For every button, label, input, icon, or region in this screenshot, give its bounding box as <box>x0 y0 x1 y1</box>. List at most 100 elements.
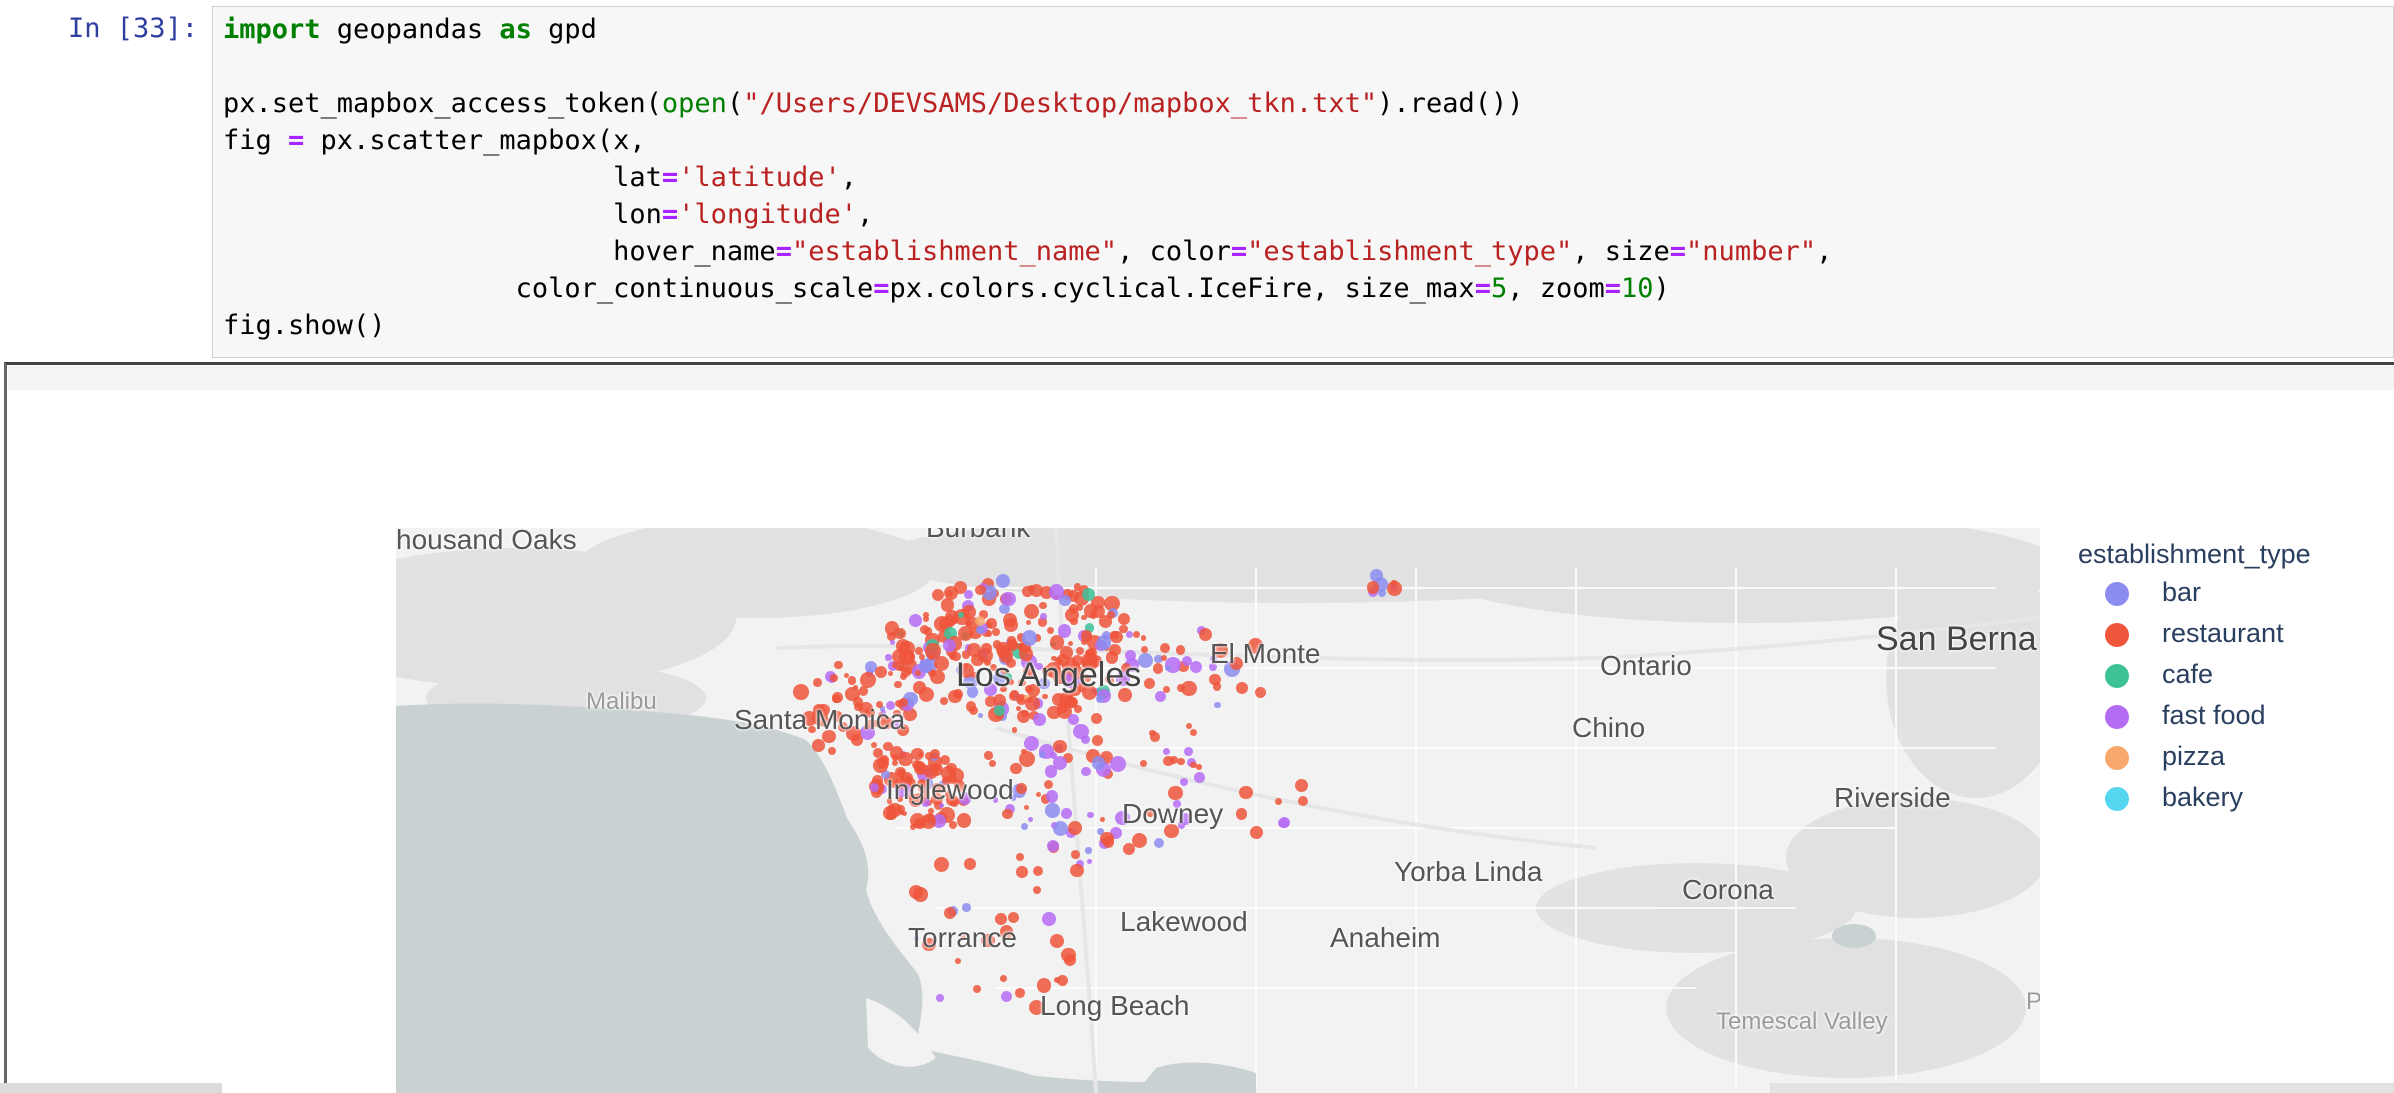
map-point[interactable] <box>1366 581 1380 594</box>
map-point[interactable] <box>847 676 856 685</box>
map-point[interactable] <box>1176 683 1185 692</box>
map-point[interactable] <box>949 821 958 830</box>
map-point[interactable] <box>1015 852 1024 861</box>
map-point[interactable] <box>984 751 993 760</box>
map-point[interactable] <box>945 589 953 597</box>
map-point[interactable] <box>1096 635 1111 650</box>
map-point[interactable] <box>964 589 974 599</box>
map-point[interactable] <box>1042 912 1056 926</box>
map-point[interactable] <box>1057 624 1071 638</box>
map-point[interactable] <box>1140 635 1147 641</box>
map-point[interactable] <box>943 638 956 652</box>
map-point[interactable] <box>1080 734 1091 745</box>
map-point[interactable] <box>993 704 1005 716</box>
map-point[interactable] <box>1069 863 1084 878</box>
map-point[interactable] <box>915 763 925 773</box>
map-point[interactable] <box>972 985 981 994</box>
legend-item-bar[interactable]: bar <box>2078 572 2378 613</box>
map-point[interactable] <box>977 712 983 718</box>
map-point[interactable] <box>1175 645 1186 655</box>
code-editor[interactable]: import geopandas as gpd px.set_mapbox_ac… <box>212 6 2394 358</box>
map-point[interactable] <box>891 759 898 766</box>
map-point[interactable] <box>1061 947 1076 963</box>
map-point[interactable] <box>1160 642 1171 653</box>
map-point[interactable] <box>1085 847 1092 854</box>
map-point[interactable] <box>1032 885 1042 894</box>
map-point[interactable] <box>830 673 838 682</box>
map-point[interactable] <box>1107 611 1115 620</box>
legend-item-cafe[interactable]: cafe <box>2078 654 2378 695</box>
map-point[interactable] <box>1190 728 1198 736</box>
map-point[interactable] <box>1109 630 1123 644</box>
map-point[interactable] <box>909 823 916 830</box>
map-point[interactable] <box>931 588 944 601</box>
scatter-map[interactable]: housand Oaks Burbank Malibu Santa Monica… <box>396 528 2040 1093</box>
map-point[interactable] <box>890 639 896 645</box>
map-point[interactable] <box>1068 604 1079 614</box>
map-point[interactable] <box>955 958 961 965</box>
map-point[interactable] <box>1250 826 1264 840</box>
map-point[interactable] <box>996 573 1011 588</box>
map-point[interactable] <box>1109 755 1126 772</box>
legend-item-fast-food[interactable]: fast food <box>2078 695 2378 736</box>
map-point[interactable] <box>833 695 841 704</box>
map-point[interactable] <box>967 643 981 657</box>
map-point[interactable] <box>1067 640 1073 646</box>
map-point[interactable] <box>1370 568 1383 582</box>
map-point[interactable] <box>813 678 823 688</box>
map-point[interactable] <box>1038 751 1046 758</box>
map-point[interactable] <box>908 885 923 900</box>
map-point[interactable] <box>1046 627 1054 635</box>
map-point[interactable] <box>1002 808 1013 820</box>
map-point[interactable] <box>944 906 957 919</box>
map-point[interactable] <box>891 661 898 668</box>
map-point[interactable] <box>923 817 929 824</box>
map-point[interactable] <box>924 752 933 761</box>
map-point[interactable] <box>925 643 941 659</box>
map-point[interactable] <box>1132 631 1140 639</box>
horizontal-scrollbar-right[interactable] <box>1770 1083 2394 1093</box>
map-point[interactable] <box>1023 804 1030 811</box>
map-point[interactable] <box>1214 701 1222 709</box>
map-point[interactable] <box>999 975 1007 983</box>
map-point[interactable] <box>1149 729 1156 736</box>
map-point[interactable] <box>834 661 843 670</box>
map-point[interactable] <box>956 813 972 828</box>
map-point[interactable] <box>1070 850 1080 860</box>
map-point[interactable] <box>912 681 926 694</box>
map-point[interactable] <box>962 903 971 913</box>
map-point[interactable] <box>1017 709 1031 723</box>
map-point[interactable] <box>964 857 977 870</box>
map-point[interactable] <box>1081 629 1093 641</box>
map-point[interactable] <box>1060 807 1072 819</box>
map-point[interactable] <box>965 701 977 712</box>
map-point[interactable] <box>1016 782 1028 794</box>
map-point[interactable] <box>985 696 996 707</box>
map-point[interactable] <box>1039 601 1047 610</box>
map-point[interactable] <box>1294 778 1309 793</box>
map-point[interactable] <box>827 747 836 756</box>
map-point[interactable] <box>894 681 902 689</box>
map-point[interactable] <box>869 783 879 793</box>
map-point[interactable] <box>909 613 923 627</box>
map-point[interactable] <box>1004 618 1018 632</box>
map-point[interactable] <box>1090 712 1103 725</box>
map-point[interactable] <box>940 697 949 706</box>
map-point[interactable] <box>1236 681 1249 694</box>
map-point[interactable] <box>1045 790 1059 803</box>
map-point[interactable] <box>1081 766 1092 777</box>
map-point[interactable] <box>992 628 1001 636</box>
map-point[interactable] <box>1018 751 1035 768</box>
code-text[interactable]: import geopandas as gpd px.set_mapbox_ac… <box>223 11 1832 344</box>
map-point[interactable] <box>1044 780 1054 790</box>
map-point[interactable] <box>860 671 877 688</box>
map-point[interactable] <box>1102 836 1114 848</box>
map-point[interactable] <box>940 598 955 612</box>
horizontal-scrollbar-left[interactable] <box>0 1083 222 1093</box>
map-point[interactable] <box>1032 865 1043 877</box>
map-point[interactable] <box>958 626 974 642</box>
map-point[interactable] <box>922 611 929 618</box>
map-point[interactable] <box>1238 785 1253 800</box>
map-point[interactable] <box>1000 991 1012 1003</box>
map-point[interactable] <box>1027 816 1034 823</box>
